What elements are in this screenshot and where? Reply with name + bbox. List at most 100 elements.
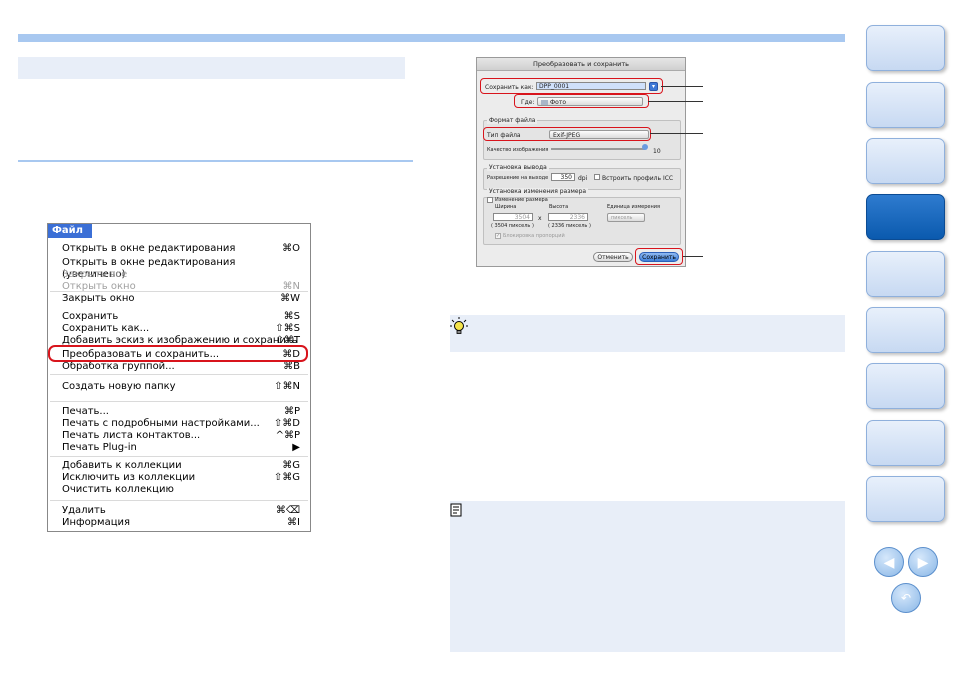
highlight-save-button [635,248,683,265]
callout-line [650,133,703,134]
width-pixels: ( 3504 пиксель ) [491,223,534,229]
output-group-title: Установка вывода [487,164,549,171]
menu-item-shortcut: ⇧⌘D [273,418,300,429]
nav-tab-8[interactable] [866,420,945,466]
embed-icc-label: Встроить профиль ICC [602,175,674,182]
callout-line [648,101,703,102]
highlight-save-as [480,78,663,94]
dialog-title: Преобразовать и сохранить [477,58,685,71]
menu-item[interactable]: Печать листа контактов... ^⌘P [62,430,300,442]
menu-item[interactable]: Закрыть окно ⌘W [62,293,300,305]
quality-slider-thumb[interactable] [642,144,648,150]
menu-item-label: Сохранить [62,311,119,322]
nav-tab-2[interactable] [866,82,945,128]
quality-value: 10 [653,148,661,155]
menu-separator [50,500,308,501]
menu-item-label: Печать с подробными настройками... [62,418,260,429]
arrow-right-icon[interactable]: ▶ [908,547,938,577]
quality-slider[interactable] [551,148,645,150]
menu-item-label: Печать Plug-in [62,442,137,453]
height-input[interactable]: 2336 [548,213,588,221]
section-divider [18,160,413,162]
unit-label: Единица измерения [607,204,660,210]
file-menu: Файл Открыть в окне редактирования ⌘O Откр… [47,223,311,532]
menu-item-shortcut: ⌘⌫ [275,505,300,516]
menu-item-shortcut: ▶ [292,442,300,453]
lightbulb-icon [449,316,469,336]
menu-item-label: Исключить из коллекции [62,472,196,483]
times-sign: x [538,215,542,222]
menu-separator [50,456,308,457]
callout-line [683,256,703,257]
nav-tab-1[interactable] [866,25,945,71]
menu-item[interactable]: Исключить из коллекции ⇧⌘G [62,472,300,484]
width-input[interactable]: 3504 [493,213,533,221]
section-title-box [18,57,405,79]
menu-item-shortcut: ⌘O [282,243,300,254]
menu-item[interactable]: Сохранить ⌘S [62,311,300,323]
highlight-file-type [483,127,651,141]
menu-item[interactable]: Печать Plug-in ▶ [62,442,300,454]
nav-tab-7[interactable] [866,363,945,409]
menu-item-label: Очистить коллекцию [62,484,174,495]
arrow-left-icon[interactable]: ◀ [874,547,904,577]
menu-item-label: Закрыть окно [62,293,135,304]
convert-save-dialog: Преобразовать и сохранить Сохранить как:… [476,57,686,267]
menu-item[interactable]: Печать с подробными настройками... ⇧⌘D [62,418,300,430]
menu-item-label: Печать листа контактов... [62,430,201,441]
height-pixels: ( 2336 пиксель ) [548,223,591,229]
menu-separator [50,291,308,292]
callout-line [661,86,703,87]
highlight-convert-save [48,345,308,362]
menu-item[interactable]: Открыть в окне редактирования ⌘O [62,243,300,255]
resize-group-title: Установка изменения размера [487,188,589,195]
height-label: Высота [549,204,569,210]
cancel-button[interactable]: Отменить [593,252,633,262]
nav-tab-6[interactable] [866,307,945,353]
tip-box [450,315,845,352]
menu-item[interactable]: Удалить ⌘⌫ [62,505,300,517]
menu-item-label: Информация [62,517,131,528]
quality-label: Качество изображения [487,147,549,153]
menu-item[interactable]: Очистить коллекцию [62,484,300,496]
header-rule [18,34,845,42]
menu-separator [50,374,308,375]
embed-icc-checkbox[interactable] [594,174,600,180]
menu-item-shortcut: ⇧⌘G [273,472,300,483]
menu-item-label: Добавить к коллекции [62,460,182,471]
menu-item-shortcut: ⌘W [280,293,300,304]
resolution-unit: dpi [578,175,588,182]
menu-item[interactable]: Печать... ⌘P [62,406,300,418]
menu-item-label: Сохранить как... [62,323,150,334]
return-icon[interactable]: ↶ [891,583,921,613]
menu-item-label: Обработка группой... [62,361,175,372]
file-menu-header[interactable]: Файл [48,224,92,238]
resize-checkbox-label: Изменение размера [495,197,548,203]
file-format-group-title: Формат файла [487,117,538,124]
menu-item-shortcut: ⌘B [283,361,300,372]
menu-item[interactable]: Информация ⌘I [62,517,300,529]
menu-item-shortcut: ⌘I [287,517,300,528]
menu-item[interactable]: Открыть в окне редактирования (увеличено… [62,257,300,280]
resize-checkbox[interactable] [487,197,493,203]
resolution-label: Разрешение на выходе [487,175,549,181]
menu-item-shortcut: ⌘P [283,406,300,417]
lock-aspect-checkbox[interactable]: ✓ [495,233,501,239]
highlight-where [514,94,649,108]
lock-aspect-label: Блокировка пропорций [503,233,565,239]
menu-item[interactable]: Сохранить как... ⇧⌘S [62,323,300,335]
nav-tab-3[interactable] [866,138,945,184]
nav-tab-9[interactable] [866,476,945,522]
menu-item[interactable]: Создать новую папку ⇧⌘N [62,381,300,393]
menu-item-shortcut: ⇧⌘S [275,323,300,334]
nav-tab-4-active[interactable] [866,194,945,240]
menu-item-shortcut: ⇧⌘N [274,381,300,392]
resolution-input[interactable]: 350 [551,173,575,181]
note-box [450,501,845,652]
unit-select[interactable]: пиксель [607,213,645,222]
note-icon [450,503,462,517]
menu-item[interactable]: Добавить к коллекции ⌘G [62,460,300,472]
menu-item-shortcut: ⌘G [282,460,300,471]
nav-tab-5[interactable] [866,251,945,297]
menu-item[interactable]: Обработка группой... ⌘B [62,361,300,373]
